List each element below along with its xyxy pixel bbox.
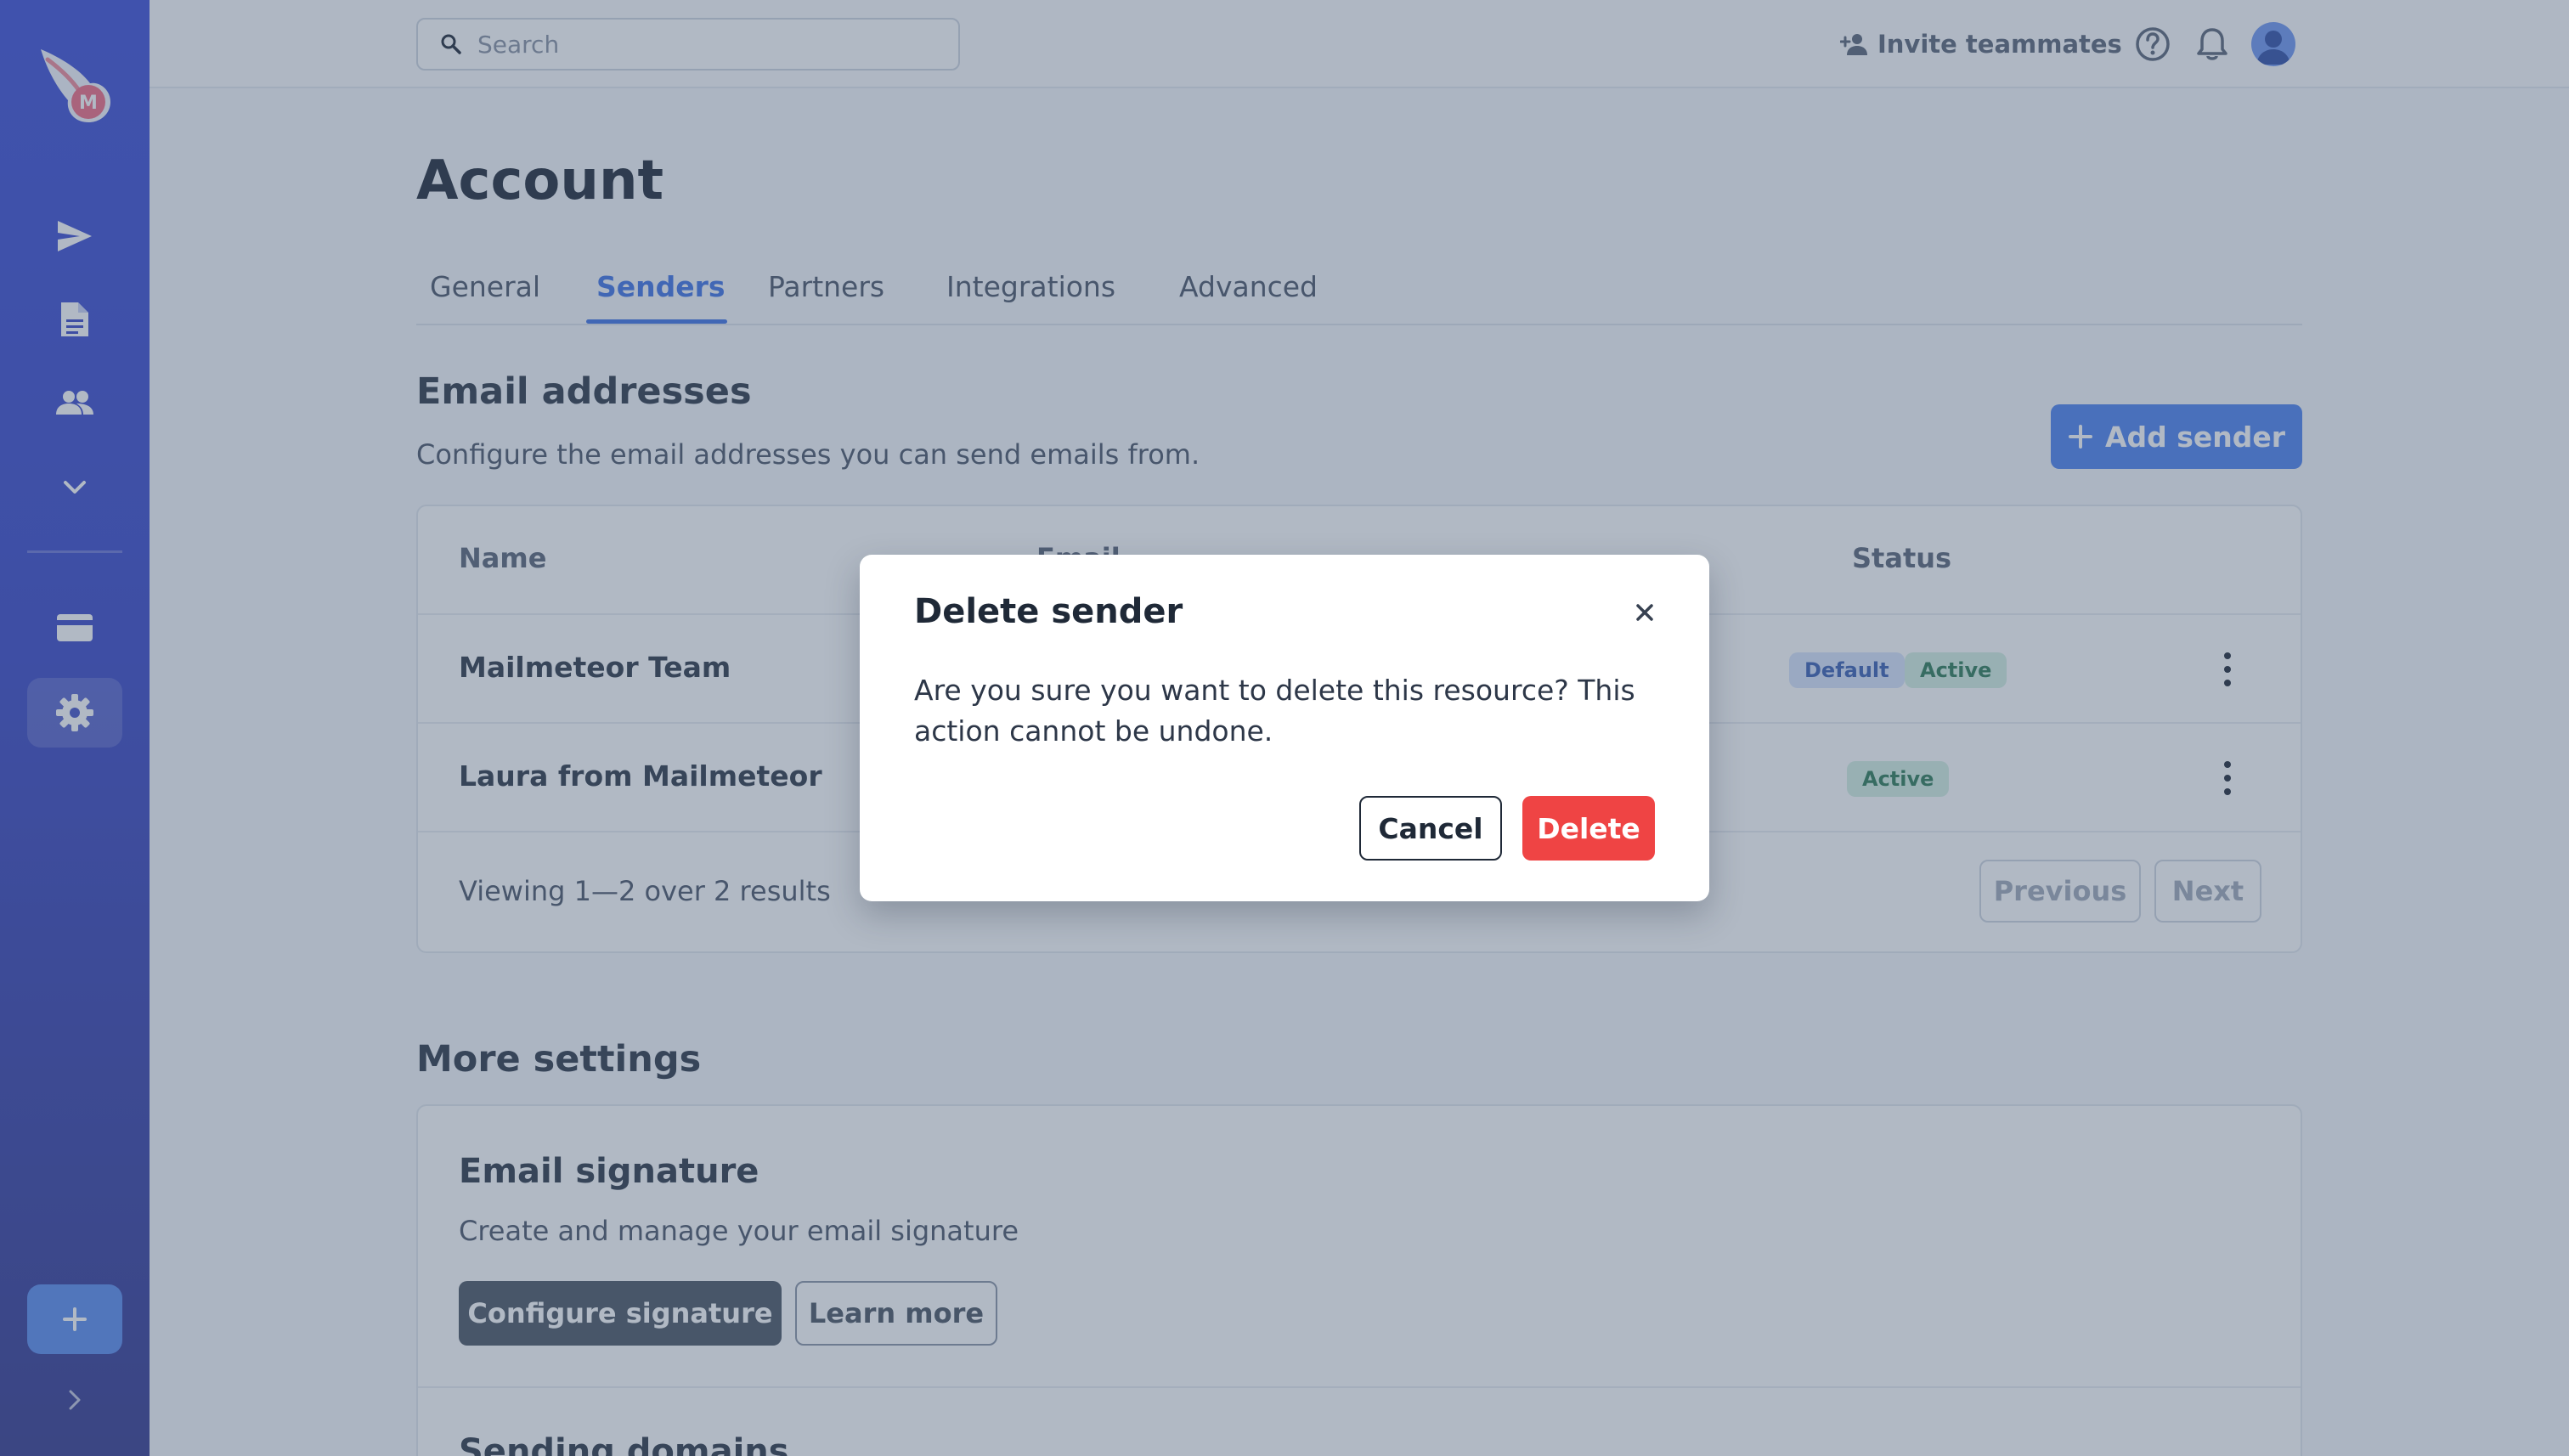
close-icon[interactable]	[1624, 592, 1665, 633]
cancel-button[interactable]: Cancel	[1359, 796, 1502, 861]
dialog-message: Are you sure you want to delete this res…	[914, 674, 1635, 748]
dialog-title: Delete sender	[914, 592, 1183, 631]
delete-sender-dialog: Delete sender Are you sure you want to d…	[860, 555, 1709, 901]
delete-button[interactable]: Delete	[1522, 796, 1655, 861]
